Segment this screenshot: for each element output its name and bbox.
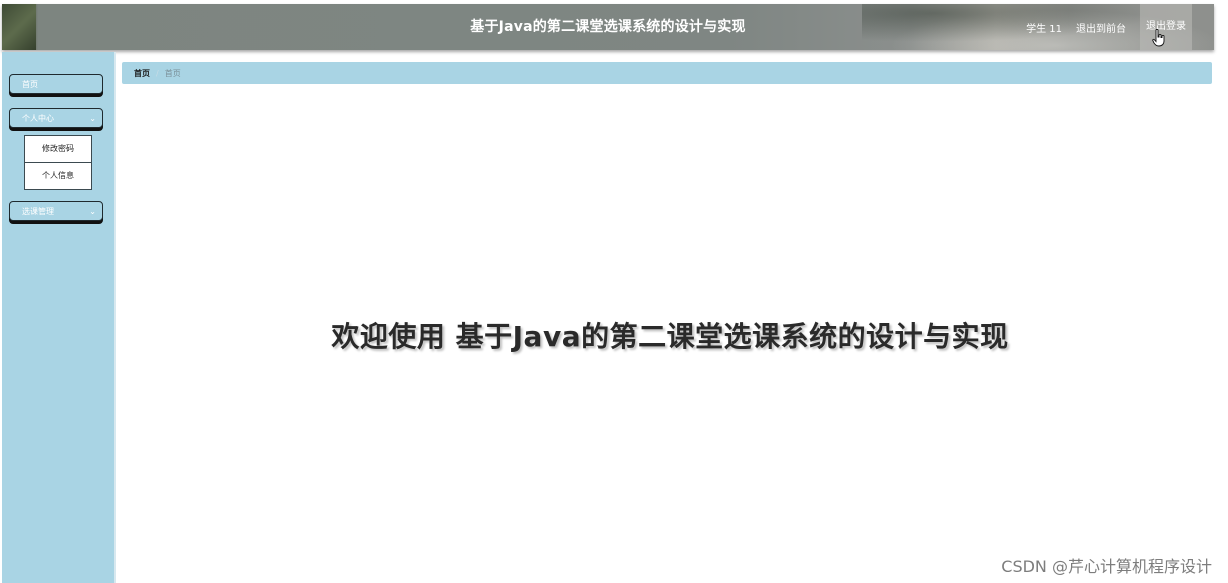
app-page: 基于Java的第二课堂选课系统的设计与实现 学生 11 退出到前台 退出登录 首… bbox=[0, 0, 1228, 583]
chevron-down-icon: ⌄ bbox=[89, 114, 96, 123]
sidebar-item-home[interactable]: 首页 bbox=[9, 74, 103, 94]
hand-cursor-icon bbox=[1152, 29, 1165, 47]
submenu-item-personal-info[interactable]: 个人信息 bbox=[25, 163, 91, 189]
sidebar-item-label: 选课管理 bbox=[22, 207, 54, 216]
sidebar-item-label: 首页 bbox=[22, 80, 38, 89]
sidebar-item-label: 个人中心 bbox=[22, 114, 54, 123]
back-to-frontend-link[interactable]: 退出到前台 bbox=[1076, 20, 1126, 35]
header-user-links: 学生 11 退出到前台 退出登录 bbox=[1026, 4, 1192, 50]
sidebar-item-personal-center[interactable]: 个人中心 ⌄ bbox=[9, 108, 103, 128]
top-header: 基于Java的第二课堂选课系统的设计与实现 学生 11 退出到前台 退出登录 bbox=[2, 4, 1214, 50]
csdn-watermark: CSDN @芹心计算机程序设计 bbox=[1001, 557, 1212, 576]
logout-link[interactable]: 退出登录 bbox=[1140, 4, 1192, 50]
submenu-item-change-password[interactable]: 修改密码 bbox=[25, 136, 91, 163]
breadcrumb-home-link[interactable]: 首页 bbox=[134, 68, 150, 79]
welcome-heading: 欢迎使用 基于Java的第二课堂选课系统的设计与实现 bbox=[331, 320, 1009, 353]
breadcrumb-current: 首页 bbox=[164, 68, 181, 78]
chevron-down-icon: ⌄ bbox=[89, 207, 96, 216]
sidebar: 首页 个人中心 ⌄ 修改密码 个人信息 选课管理 ⌄ bbox=[2, 52, 116, 583]
personal-center-submenu: 修改密码 个人信息 bbox=[24, 135, 92, 190]
breadcrumb: 首页 / 首页 bbox=[122, 62, 1212, 84]
sidebar-item-course-selection[interactable]: 选课管理 ⌄ bbox=[9, 201, 103, 221]
current-user-label: 学生 11 bbox=[1026, 23, 1062, 35]
breadcrumb-separator: / bbox=[156, 68, 159, 78]
